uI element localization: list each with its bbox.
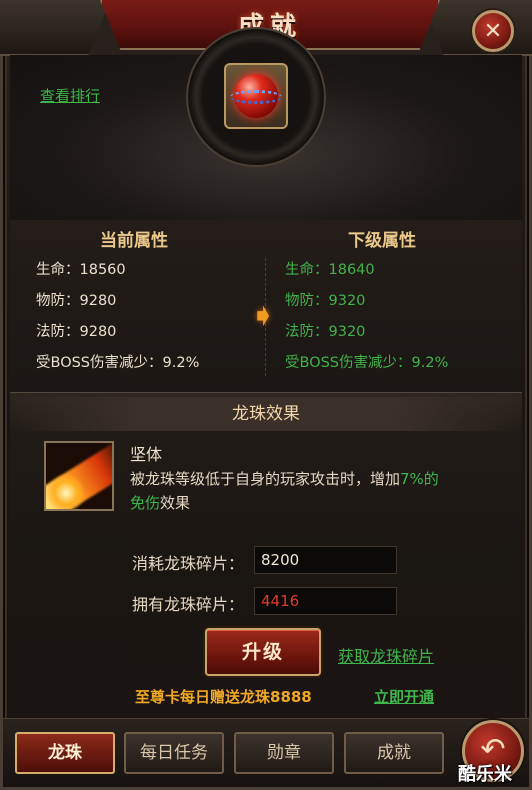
consume-fragments-value: 8200	[254, 546, 397, 574]
current-attr-magic-def: 法防：9280	[36, 324, 117, 340]
effect-title: 龙珠效果	[10, 397, 522, 431]
bottom-tab-bar: 龙珠 每日任务 勋章 成就	[3, 718, 529, 787]
tab-dragon-orb[interactable]: 龙珠	[15, 732, 115, 774]
watermark-logo: 酷乐米	[458, 764, 512, 785]
orb-chain-decoration	[230, 90, 282, 104]
close-icon: ✕	[483, 18, 503, 44]
close-button[interactable]: ✕	[472, 10, 514, 52]
next-attributes-header: 下级属性	[348, 231, 416, 251]
tab-medals[interactable]: 勋章	[234, 732, 334, 774]
open-vip-link[interactable]: 立即开通	[374, 686, 434, 707]
dragon-orb-slot[interactable]	[224, 63, 288, 129]
consume-fragments-row: 消耗龙珠碎片： 8200	[0, 546, 532, 576]
get-fragments-link[interactable]: 获取龙珠碎片	[338, 643, 434, 667]
current-attributes-list: 生命：18560 物防：9280 法防：9280 受BOSS伤害减少：9.2%	[36, 262, 199, 386]
next-attr-hp: 生命：18640	[285, 262, 375, 278]
own-fragments-label: 拥有龙珠碎片：	[132, 595, 245, 614]
tab-achievements[interactable]: 成就	[344, 732, 444, 774]
view-ranking-link[interactable]: 查看排行	[40, 85, 100, 106]
current-attr-boss-dmg-reduction: 受BOSS伤害减少：9.2%	[36, 355, 200, 371]
arrow-right-icon: ➧	[249, 296, 277, 334]
skill-flame-icon	[44, 441, 114, 511]
vip-promo-text: 至尊卡每日赠送龙珠8888	[135, 688, 312, 706]
next-attributes-list: 生命：18640 物防：9320 法防：9320 受BOSS伤害减少：9.2%	[285, 262, 448, 386]
skill-name: 坚体	[130, 445, 163, 464]
tab-daily-tasks[interactable]: 每日任务	[124, 732, 224, 774]
next-attr-boss-dmg-reduction: 受BOSS伤害减少：9.2%	[285, 355, 449, 371]
current-attr-hp: 生命：18560	[36, 262, 126, 278]
attributes-panel: 当前属性 下级属性 生命：18560 物防：9280 法防：9280 受BOSS…	[10, 220, 522, 385]
own-fragments-row: 拥有龙珠碎片： 4416	[0, 587, 532, 617]
current-attributes-header: 当前属性	[100, 231, 168, 251]
consume-fragments-label: 消耗龙珠碎片：	[132, 554, 245, 573]
dragon-orb-icon	[230, 74, 282, 118]
current-attr-phys-def: 物防：9280	[36, 293, 117, 309]
next-attr-phys-def: 物防：9320	[285, 293, 366, 309]
own-fragments-value: 4416	[254, 587, 397, 615]
next-attr-magic-def: 法防：9320	[285, 324, 366, 340]
skill-description: 被龙珠等级低于自身的玩家攻击时，增加7%的 免伤效果	[130, 470, 439, 512]
orb-effect-panel: 龙珠效果 坚体 被龙珠等级低于自身的玩家攻击时，增加7%的 免伤效果	[10, 392, 522, 530]
upgrade-button[interactable]: 升级	[205, 628, 321, 676]
